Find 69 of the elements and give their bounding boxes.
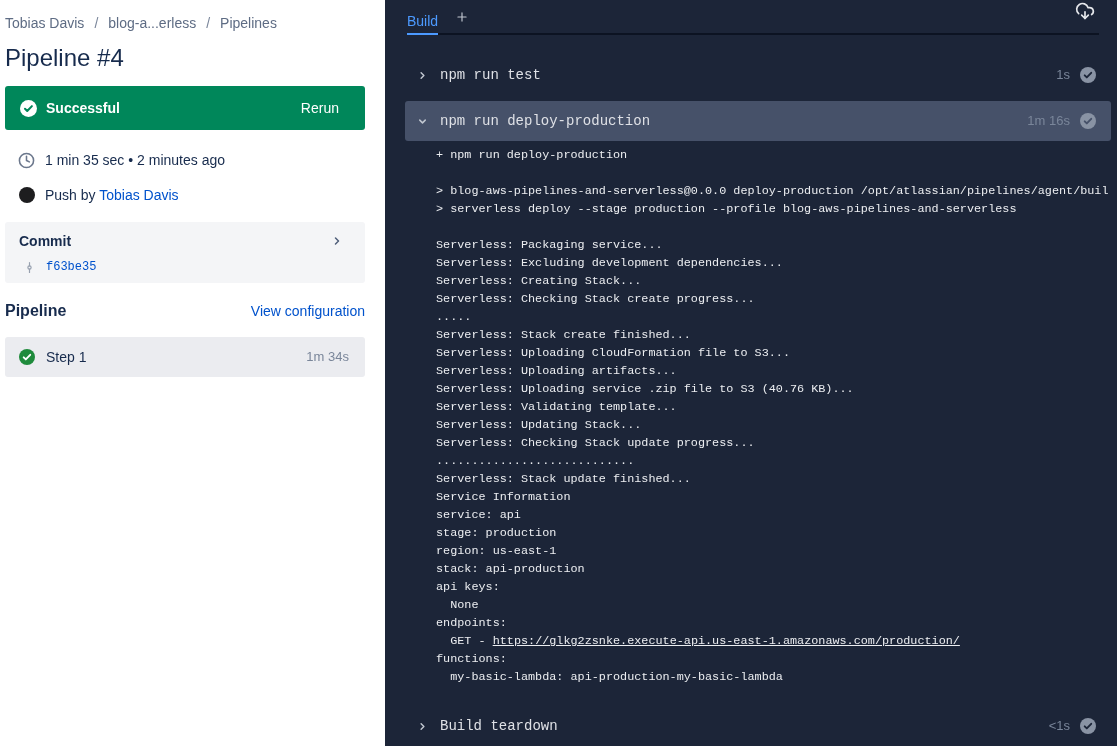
log-line: ............................ bbox=[436, 453, 635, 470]
log-line: ..... bbox=[436, 309, 472, 326]
log-line: Serverless: Stack create finished... bbox=[436, 327, 691, 344]
breadcrumb-link[interactable]: Tobias Davis bbox=[5, 14, 85, 32]
log-line: service: api bbox=[436, 507, 521, 524]
log-line: Serverless: Stack update finished... bbox=[436, 471, 691, 488]
step-name: npm run deploy-production bbox=[440, 111, 651, 131]
log-line: Serverless: Checking Stack update progress... bbox=[436, 435, 755, 452]
clock-icon bbox=[18, 151, 35, 169]
log-line: Serverless: Uploading CloudFormation file to S3... bbox=[436, 345, 790, 362]
log-line: stage: production bbox=[436, 525, 557, 542]
status-label: Successful bbox=[46, 98, 120, 118]
page-title: Pipeline #4 bbox=[5, 44, 124, 72]
log-line: Serverless: Updating Stack... bbox=[436, 417, 642, 434]
step-duration: <1s bbox=[1048, 717, 1070, 736]
endpoint-link[interactable]: https://glkg2zsnke.execute-api.us-east-1.amazonaws.com/production/ bbox=[492, 634, 960, 648]
log-line: Service Information bbox=[436, 489, 571, 506]
view-configuration-link[interactable]: View configuration bbox=[250, 300, 365, 322]
check-circle-icon bbox=[1080, 67, 1096, 83]
log-line: Serverless: Uploading service .zip file to S3 (40.76 KB)... bbox=[436, 381, 854, 398]
pipeline-step[interactable]: Step 1 1m 34s bbox=[5, 337, 365, 377]
plus-icon bbox=[455, 10, 470, 24]
author-link[interactable]: Tobias Davis bbox=[99, 186, 179, 203]
breadcrumb-link[interactable]: blog-a...erless bbox=[108, 14, 197, 32]
breadcrumb-separator: / bbox=[206, 14, 211, 32]
log-line: my-basic-lambda: api-production-my-basic-lambda bbox=[450, 669, 783, 686]
push-info: Push by Tobias Davis bbox=[45, 185, 179, 205]
rerun-button[interactable]: Rerun bbox=[288, 91, 351, 125]
log-line: stack: api-production bbox=[436, 561, 585, 578]
log-line: Serverless: Uploading artifacts... bbox=[436, 363, 677, 380]
log-line: endpoints: bbox=[436, 615, 507, 632]
step-row[interactable]: Build teardown <1s bbox=[405, 706, 1111, 746]
log-line: > blog-aws-pipelines-and-serverless@0.0.0 deploy-production /opt/atlassian/pipelines/agent/buil bbox=[436, 183, 1109, 200]
log-line: Serverless: Checking Stack create progress... bbox=[436, 291, 755, 308]
duration-text: 1 min 35 sec • 2 minutes ago bbox=[45, 150, 225, 170]
log-line: functions: bbox=[436, 651, 507, 668]
step-duration: 1m 34s bbox=[306, 348, 349, 367]
commit-title: Commit bbox=[19, 231, 72, 251]
log-line: Serverless: Creating Stack... bbox=[436, 273, 642, 290]
chevron-right-icon bbox=[417, 720, 428, 732]
cloud-download-icon bbox=[1075, 1, 1095, 21]
log-line: Serverless: Packaging service... bbox=[436, 237, 663, 254]
chevron-right-icon bbox=[417, 69, 428, 81]
step-label: Step 1 bbox=[46, 347, 87, 367]
check-circle-icon bbox=[1080, 113, 1096, 129]
log-line: Serverless: Excluding development dependencies... bbox=[436, 255, 783, 272]
step-row[interactable]: npm run test 1s bbox=[405, 55, 1111, 95]
avatar-icon bbox=[19, 187, 35, 203]
log-line: > serverless deploy --stage production --profile blog-aws-pipelines-and-serverless bbox=[436, 201, 1017, 218]
breadcrumb-link[interactable]: Pipelines bbox=[220, 14, 277, 32]
commit-hash-link[interactable]: f63be35 bbox=[46, 258, 97, 276]
breadcrumb-separator: / bbox=[94, 14, 99, 32]
download-button[interactable] bbox=[1075, 1, 1095, 21]
step-name: Build teardown bbox=[440, 716, 558, 736]
commit-card[interactable]: Commit f63be35 bbox=[5, 222, 365, 283]
step-duration: 1s bbox=[1056, 66, 1070, 85]
check-circle-icon bbox=[1080, 718, 1096, 734]
build-tab[interactable]: Build bbox=[407, 9, 439, 35]
log-line: Serverless: Validating template... bbox=[436, 399, 677, 416]
log-line: None bbox=[450, 597, 479, 614]
log-line: GET - https://glkg2zsnke.execute-api.us-east-1.amazonaws.com/production/ bbox=[450, 633, 960, 650]
step-name: npm run test bbox=[440, 65, 541, 85]
check-circle-icon bbox=[20, 99, 37, 117]
add-tab-button[interactable] bbox=[455, 10, 470, 24]
log-line: + npm run deploy-production bbox=[436, 147, 628, 164]
section-title: Pipeline bbox=[5, 301, 67, 321]
check-circle-icon bbox=[19, 349, 35, 365]
log-line: region: us-east-1 bbox=[436, 543, 557, 560]
log-line: api keys: bbox=[436, 579, 500, 596]
